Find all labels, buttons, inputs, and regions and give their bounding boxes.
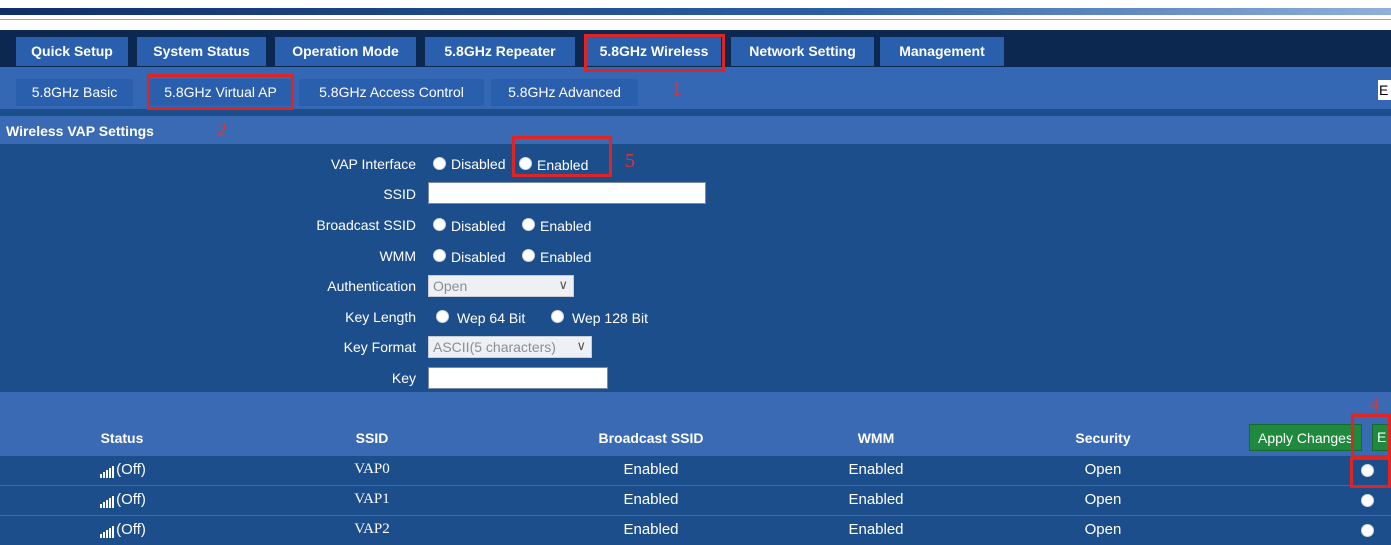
tab-management[interactable]: Management — [880, 37, 1004, 66]
top-banner — [0, 0, 1391, 30]
authentication-value: Open — [433, 278, 468, 294]
status-text: (Off) — [116, 491, 146, 508]
authentication-label: Authentication — [327, 278, 416, 294]
subtab-basic[interactable]: 5.8GHz Basic — [16, 79, 133, 106]
wmm-enabled-radio[interactable] — [522, 249, 535, 262]
vap-interface-disabled-label: Disabled — [451, 156, 506, 172]
col-header-security: Security — [1075, 430, 1131, 446]
highlight-box-row-select — [1351, 414, 1391, 458]
vap-interface-disabled-radio[interactable] — [433, 157, 446, 170]
status-cell: (Off) — [78, 491, 168, 508]
subtab-access-control[interactable]: 5.8GHz Access Control — [299, 79, 484, 106]
highlight-box-enabled — [512, 136, 612, 177]
annotation-number-4: 4 — [1370, 394, 1380, 416]
key-length-128-radio[interactable] — [551, 310, 564, 323]
wmm-disabled-label: Disabled — [451, 249, 506, 265]
wmm-disabled-radio[interactable] — [433, 249, 446, 262]
key-length-64-label: Wep 64 Bit — [457, 310, 526, 326]
highlight-box-row-radio — [1350, 457, 1391, 488]
vap-table: Status SSID Broadcast SSID WMM Security … — [0, 392, 1391, 545]
key-format-value: ASCII(5 characters) — [433, 339, 556, 355]
authentication-select[interactable]: Open ∨ — [428, 275, 574, 297]
security-cell: Open — [1084, 521, 1122, 538]
signal-icon — [100, 491, 115, 508]
broadcast-cell: Enabled — [623, 521, 679, 538]
tab-operation-mode[interactable]: Operation Mode — [275, 37, 416, 66]
broadcast-ssid-disabled-radio[interactable] — [433, 218, 446, 231]
broadcast-ssid-enabled-label: Enabled — [540, 218, 592, 234]
wmm-cell: Enabled — [848, 491, 904, 508]
security-cell: Open — [1084, 461, 1122, 478]
col-header-wmm: WMM — [857, 430, 895, 446]
annotation-number-1: 1 — [672, 78, 682, 100]
broadcast-ssid-label: Broadcast SSID — [316, 217, 416, 233]
broadcast-cell: Enabled — [623, 491, 679, 508]
wmm-cell: Enabled — [848, 461, 904, 478]
key-format-label: Key Format — [343, 339, 416, 355]
security-cell: Open — [1084, 491, 1122, 508]
status-text: (Off) — [116, 521, 146, 538]
ssid-label: SSID — [383, 186, 416, 202]
wmm-cell: Enabled — [848, 521, 904, 538]
tab-quick-setup[interactable]: Quick Setup — [16, 37, 128, 66]
tab-network-setting[interactable]: Network Setting — [731, 37, 874, 66]
key-format-select[interactable]: ASCII(5 characters) ∨ — [428, 336, 592, 358]
signal-icon — [100, 461, 115, 478]
vap-settings-form: VAP Interface Disabled Enabled SSID Broa… — [0, 144, 1391, 392]
highlight-box-wireless-tab — [584, 34, 725, 72]
key-length-label: Key Length — [345, 309, 416, 325]
col-header-broadcast-ssid: Broadcast SSID — [598, 430, 704, 446]
key-length-128-label: Wep 128 Bit — [572, 310, 649, 326]
tab-58ghz-repeater[interactable]: 5.8GHz Repeater — [425, 37, 575, 66]
chevron-down-icon: ∨ — [558, 277, 568, 292]
broadcast-ssid-enabled-radio[interactable] — [522, 218, 535, 231]
subtab-advanced[interactable]: 5.8GHz Advanced — [491, 79, 638, 106]
banner-stripe — [0, 8, 1391, 15]
ssid-cell: VAP0 — [354, 461, 390, 477]
banner-line — [0, 19, 1391, 20]
table-row: (Off) VAP1 Enabled Enabled Open — [0, 486, 1391, 515]
status-text: (Off) — [116, 461, 146, 478]
table-row: (Off) VAP2 Enabled Enabled Open — [0, 516, 1391, 545]
tab-system-status[interactable]: System Status — [137, 37, 266, 66]
apply-changes-button[interactable]: Apply Changes — [1249, 424, 1362, 451]
chevron-down-icon: ∨ — [576, 338, 586, 353]
key-input[interactable] — [428, 367, 608, 389]
status-cell: (Off) — [78, 521, 168, 538]
section-header: Wireless VAP Settings — [0, 116, 1391, 144]
ssid-input[interactable] — [428, 182, 706, 204]
section-title: Wireless VAP Settings — [6, 123, 154, 139]
row-select-radio[interactable] — [1361, 494, 1374, 507]
col-header-status: Status — [100, 430, 144, 446]
vap-interface-label: VAP Interface — [330, 156, 416, 172]
broadcast-cell: Enabled — [623, 461, 679, 478]
ssid-cell: VAP2 — [354, 521, 390, 537]
annotation-number-5: 5 — [625, 150, 635, 172]
annotation-number-2: 2 — [217, 119, 227, 141]
wmm-enabled-label: Enabled — [540, 249, 592, 265]
table-row: (Off) VAP0 Enabled Enabled Open — [0, 456, 1391, 485]
key-label: Key — [391, 370, 416, 386]
key-length-64-radio[interactable] — [436, 310, 449, 323]
status-cell: (Off) — [78, 461, 168, 478]
ssid-cell: VAP1 — [354, 491, 390, 507]
broadcast-ssid-disabled-label: Disabled — [451, 218, 506, 234]
wmm-label: WMM — [379, 248, 416, 264]
highlight-box-virtual-ap — [147, 74, 294, 110]
col-header-ssid: SSID — [355, 430, 389, 446]
signal-icon — [100, 521, 115, 538]
row-select-radio[interactable] — [1361, 524, 1374, 537]
language-select[interactable]: E — [1378, 80, 1391, 100]
